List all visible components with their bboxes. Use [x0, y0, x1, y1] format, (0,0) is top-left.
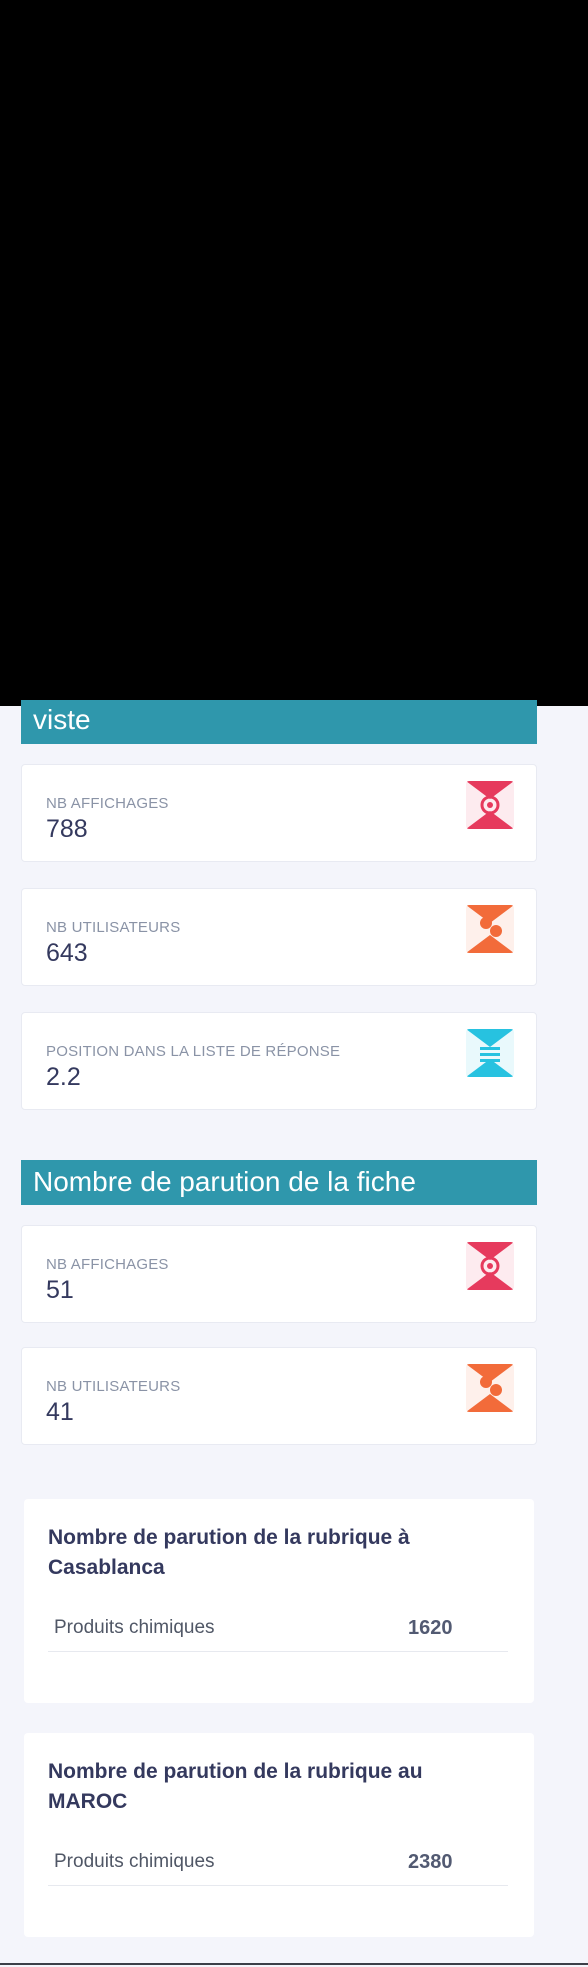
users-icon	[466, 1364, 514, 1412]
stat-label: NB AFFICHAGES	[46, 795, 169, 812]
users-icon	[466, 905, 514, 953]
stat-label: NB AFFICHAGES	[46, 1256, 169, 1273]
eye-icon	[466, 1242, 514, 1290]
section-header-parution-fiche: Nombre de parution de la fiche	[21, 1160, 537, 1205]
stat-value: 788	[46, 815, 88, 843]
row-value: 2380	[408, 1851, 453, 1873]
stat-label: POSITION DANS LA LISTE DE RÉPONSE	[46, 1043, 341, 1060]
stat-card-affichages-2: NB AFFICHAGES 51	[21, 1225, 537, 1323]
table-title: Nombre de parution de la rubrique à Casa…	[48, 1526, 410, 1579]
row-value: 1620	[408, 1617, 453, 1639]
table-title: Nombre de parution de la rubrique au MAR…	[48, 1760, 423, 1813]
stat-label: NB UTILISATEURS	[46, 919, 181, 936]
stat-value: 2.2	[46, 1063, 81, 1091]
table-row: Produits chimiques 1620	[48, 1607, 508, 1652]
eye-icon	[466, 781, 514, 829]
section-header-viste: viste	[21, 700, 537, 744]
row-name: Produits chimiques	[54, 1617, 215, 1638]
table-row: Produits chimiques 2380	[48, 1841, 508, 1886]
stat-card-utilisateurs-2: NB UTILISATEURS 41	[21, 1347, 537, 1445]
stat-card-utilisateurs: NB UTILISATEURS 643	[21, 888, 537, 986]
row-name: Produits chimiques	[54, 1851, 215, 1872]
stat-value: 41	[46, 1398, 74, 1426]
table-card-maroc: Nombre de parution de la rubrique au MAR…	[24, 1733, 534, 1937]
stat-label: NB UTILISATEURS	[46, 1378, 181, 1395]
stat-value: 643	[46, 939, 88, 967]
table-card-casablanca: Nombre de parution de la rubrique à Casa…	[24, 1499, 534, 1703]
bottom-divider	[0, 1963, 588, 1965]
list-icon	[466, 1029, 514, 1077]
stat-value: 51	[46, 1276, 74, 1304]
black-header-area	[0, 0, 588, 706]
stat-card-position: POSITION DANS LA LISTE DE RÉPONSE 2.2	[21, 1012, 537, 1110]
stat-card-affichages: NB AFFICHAGES 788	[21, 764, 537, 862]
